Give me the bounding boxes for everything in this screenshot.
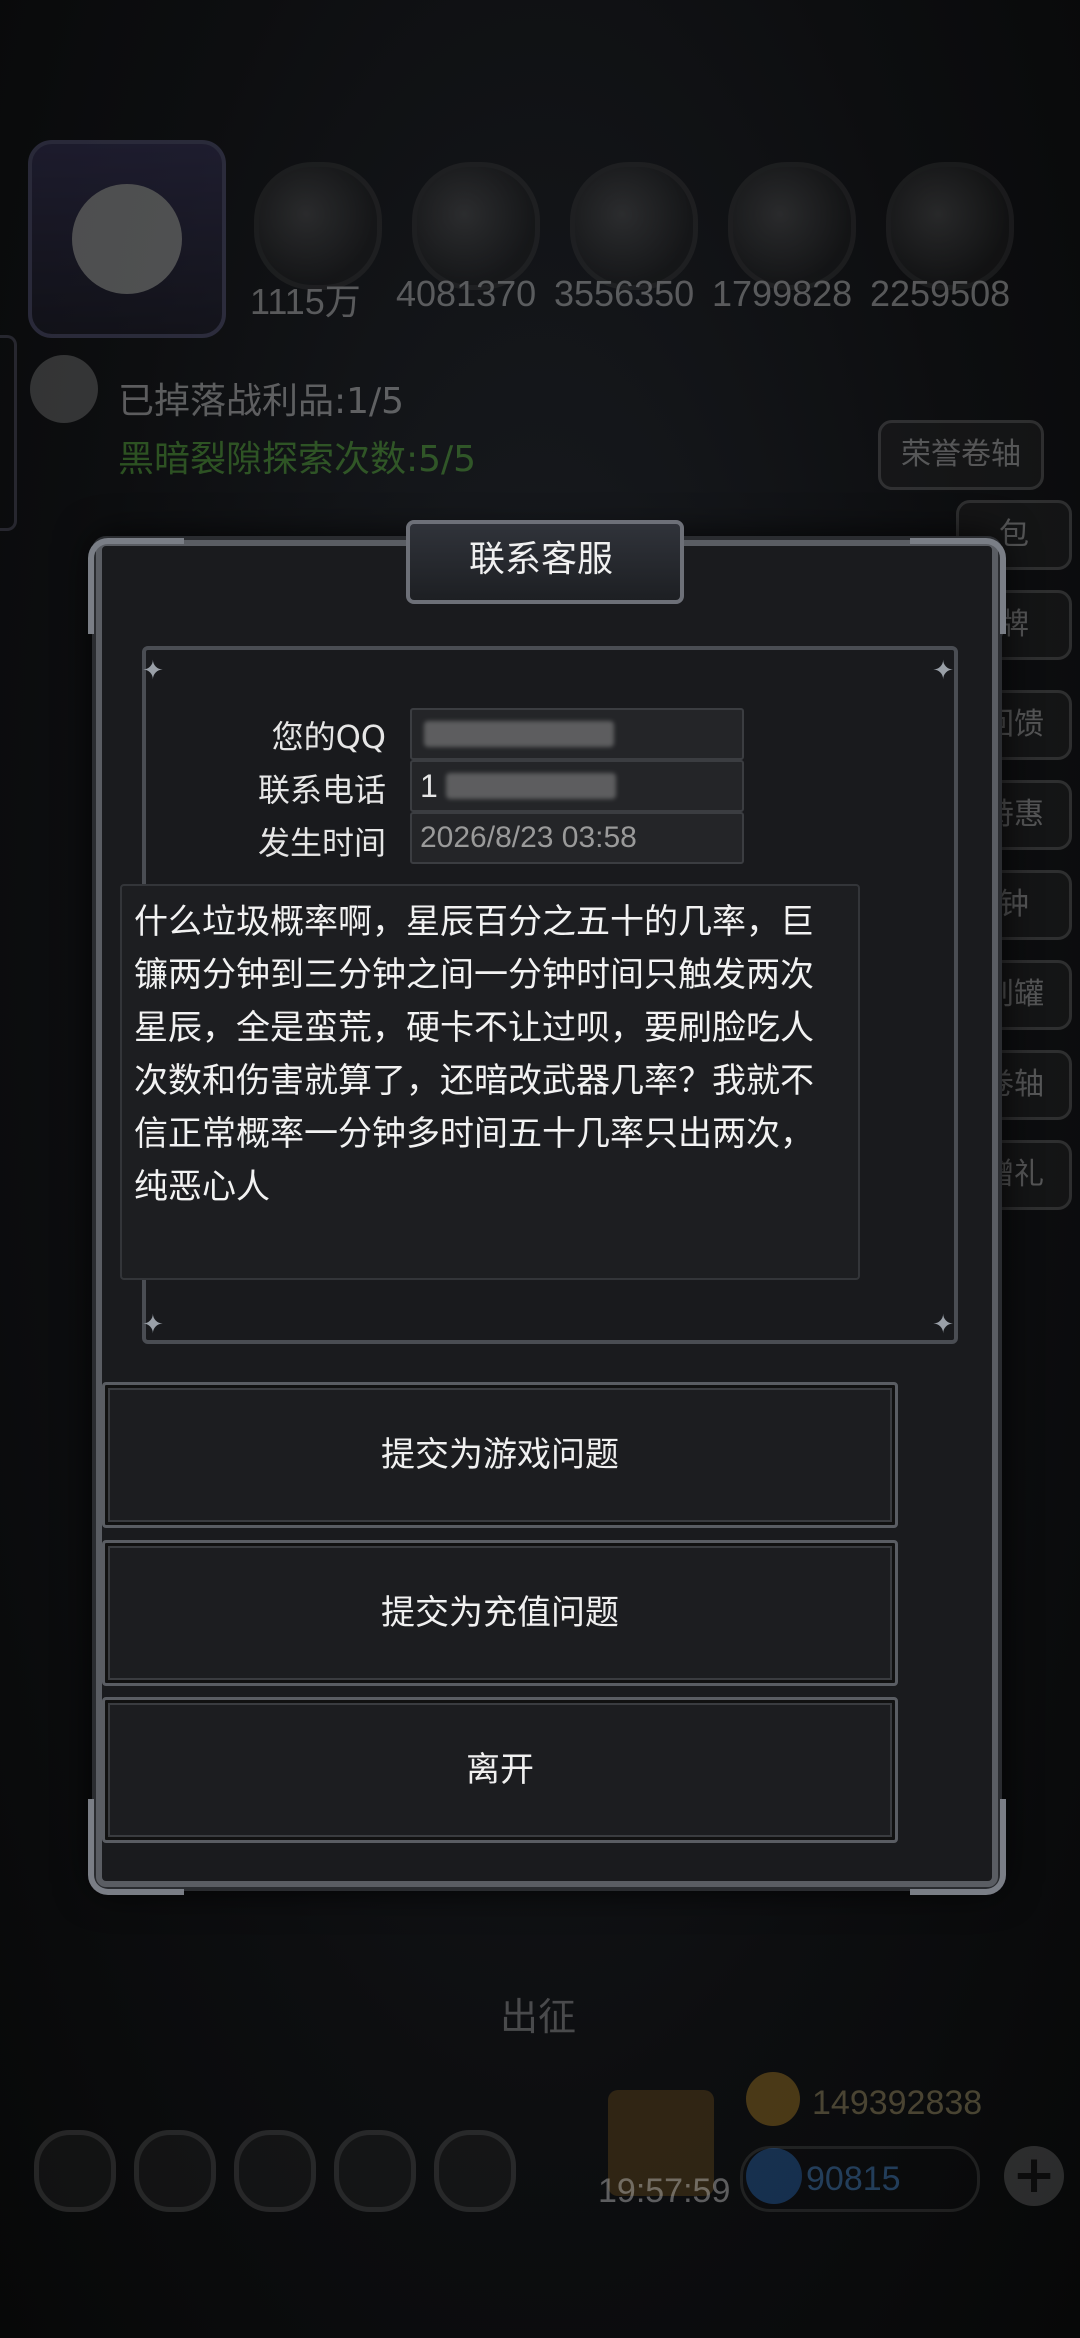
expedition-button[interactable]: 出征 — [500, 1986, 576, 2041]
gem-icon — [746, 2148, 802, 2204]
resource-orb-5 — [886, 162, 1014, 290]
resource-orb-1 — [254, 162, 382, 290]
frame-ornament-icon — [910, 538, 1006, 634]
phone-field[interactable]: 1 — [410, 760, 744, 812]
mail-icon[interactable] — [334, 2130, 416, 2212]
sparkle-icon: ✦ — [932, 1310, 954, 1340]
resource-value-2: 4081370 — [396, 273, 537, 314]
submit-recharge-issue-button[interactable]: 提交为充值问题 — [102, 1540, 898, 1686]
add-gems-button[interactable]: + — [1004, 2146, 1064, 2206]
phone-label: 联系电话 — [257, 771, 386, 809]
resource-orb-3 — [570, 162, 698, 290]
honor-scroll-button[interactable]: 荣誉卷轴 — [878, 420, 1044, 490]
loot-icon — [30, 355, 98, 423]
frame-ornament-icon — [910, 1799, 1006, 1895]
resource-orb-2 — [412, 162, 540, 290]
message-textarea[interactable]: 什么垃圾概率啊，星辰百分之五十的几率，巨镰两分钟到三分钟之间一分钟时间只触发两次… — [120, 884, 860, 1280]
rift-counter: 黑暗裂隙探索次数:5/5 — [118, 439, 477, 480]
resource-orb-4 — [728, 162, 856, 290]
sparkle-icon: ✦ — [932, 656, 954, 686]
resource-value-4: 1799828 — [712, 273, 853, 314]
gem-amount: 90815 — [806, 2160, 901, 2198]
bottom-nav — [0, 2120, 540, 2220]
contact-support-dialog: ✦ ✦ ✦ ✦ 您的QQ 联系电话 1 发生时间 2026/8/23 03:58… — [88, 520, 1006, 1895]
dialog-title: 联系客服 — [468, 539, 613, 580]
left-drawer-tab[interactable] — [0, 335, 17, 531]
time-label: 发生时间 — [257, 824, 386, 862]
gold-icon — [746, 2072, 800, 2126]
time-value: 2026/8/23 03:58 — [420, 821, 637, 854]
resource-value-1: 1115万 — [250, 281, 361, 322]
dialog-frame: ✦ ✦ ✦ ✦ 您的QQ 联系电话 1 发生时间 2026/8/23 03:58… — [88, 538, 1006, 1895]
sparkle-icon: ✦ — [142, 1310, 164, 1340]
redacted-blur — [424, 721, 614, 747]
settings-icon[interactable] — [34, 2130, 116, 2212]
resource-value-3: 3556350 — [554, 273, 695, 314]
qq-label: 您的QQ — [271, 718, 386, 756]
qq-field[interactable] — [410, 708, 744, 760]
skills-icon[interactable] — [134, 2130, 216, 2212]
time-field[interactable]: 2026/8/23 03:58 — [410, 812, 744, 864]
sparkle-icon: ✦ — [142, 656, 164, 686]
clock: 19:57:59 — [598, 2172, 731, 2210]
loot-counter: 已掉落战利品:1/5 — [118, 381, 405, 422]
rank-icon[interactable] — [234, 2130, 316, 2212]
submit-game-issue-button[interactable]: 提交为游戏问题 — [102, 1382, 898, 1528]
redacted-blur — [446, 773, 616, 799]
phone-prefix: 1 — [420, 768, 438, 804]
gold-amount: 149392838 — [812, 2084, 983, 2122]
guild-icon[interactable] — [434, 2130, 516, 2212]
frame-ornament-icon — [88, 538, 184, 634]
resource-bar: 1115万 4081370 3556350 1799828 2259508 — [0, 0, 1080, 340]
leave-button[interactable]: 离开 — [102, 1697, 898, 1843]
message-text: 什么垃圾概率啊，星辰百分之五十的几率，巨镰两分钟到三分钟之间一分钟时间只触发两次… — [134, 902, 814, 1207]
resource-value-5: 2259508 — [870, 273, 1011, 314]
